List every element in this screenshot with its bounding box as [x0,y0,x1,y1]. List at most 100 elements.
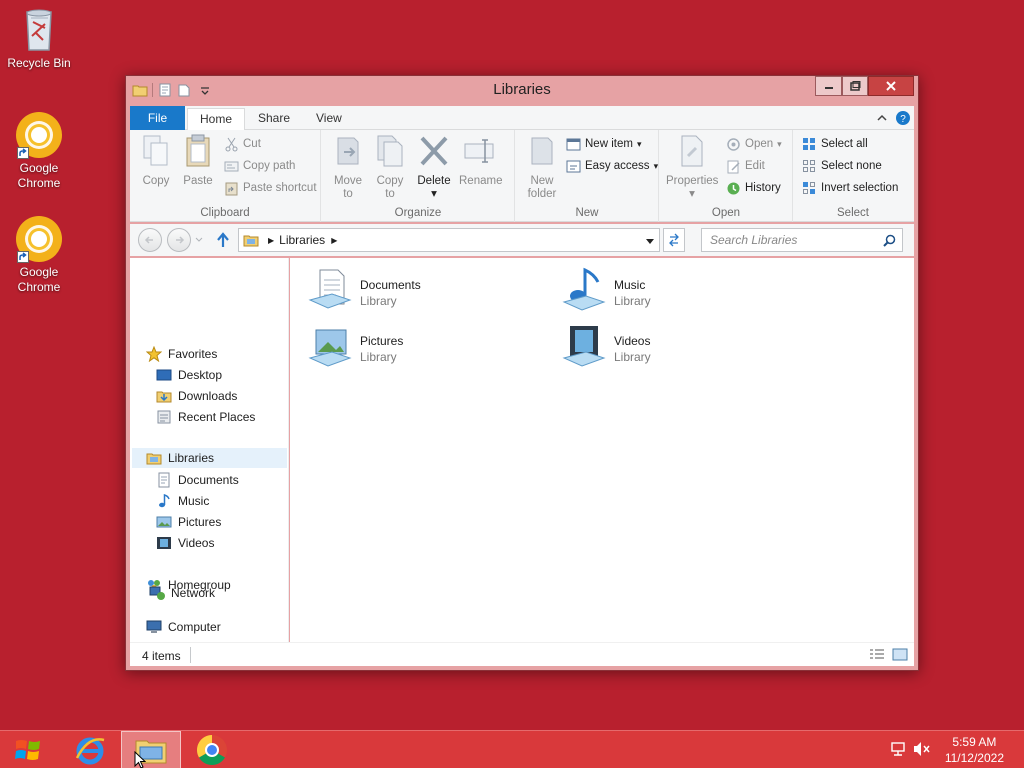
downloads-folder-icon [156,391,172,403]
help-icon[interactable]: ? [895,110,911,126]
shortcut-arrow-icon [17,147,29,159]
desktop-icon-recycle-bin[interactable]: Recycle Bin [1,6,77,71]
select-all-button[interactable]: Select all [802,134,868,154]
nav-computer[interactable]: Computer [146,617,221,637]
paste-shortcut-button[interactable]: Paste shortcut [224,178,317,198]
address-dropdown-icon[interactable] [645,236,655,246]
internet-explorer-icon [75,737,105,765]
search-input[interactable]: Search Libraries [701,228,903,252]
tab-file[interactable]: File [130,106,185,130]
edit-button[interactable]: Edit [726,156,765,176]
videos-library-icon [562,326,606,367]
library-item-pictures[interactable]: Pictures Library [306,318,546,372]
ribbon-group-new: New folder New item ▾ Easy access ▾ New [516,130,659,222]
large-icons-view-icon[interactable] [892,647,908,663]
history-button[interactable]: History [726,178,781,198]
taskbar-google-chrome[interactable] [182,731,242,768]
minimize-icon [824,87,833,89]
windows-logo-icon [15,740,40,760]
forward-button[interactable] [167,228,191,252]
library-item-documents[interactable]: Documents Library [306,262,546,316]
nav-network[interactable]: Network [149,583,215,603]
easy-access-button[interactable]: Easy access ▾ [566,156,658,176]
library-type: Library [614,294,651,308]
ribbon-group-open: Properties ▾ Open ▾ Edit History Open [660,130,793,222]
nav-recent-places[interactable]: Recent Places [156,407,255,427]
status-bar: 4 items [130,642,914,666]
open-button[interactable]: Open ▾ [726,134,782,154]
desktop-icon-google-chrome-2[interactable]: Google Chrome [1,215,77,295]
tab-view[interactable]: View [304,108,354,130]
copy-path-button[interactable]: Copy path [224,156,295,176]
copy-to-label: Copy [376,175,404,187]
new-folder-button[interactable]: New folder [522,134,562,201]
close-button[interactable] [868,76,914,96]
nav-videos[interactable]: Videos [156,533,214,553]
nav-favorites[interactable]: Favorites [146,344,217,364]
close-icon [886,81,896,91]
nav-pictures[interactable]: Pictures [156,512,221,532]
volume-muted-icon[interactable] [913,741,931,757]
start-button[interactable] [0,731,56,768]
properties-button[interactable]: Properties ▾ [666,134,718,201]
clock-time: 5:59 AM [952,735,997,749]
system-clock[interactable]: 5:59 AM 11/12/2022 [945,734,1004,766]
network-status-icon[interactable] [890,741,906,757]
maximize-button[interactable] [842,76,868,96]
library-item-videos[interactable]: Videos Library [560,318,800,372]
taskbar-file-explorer[interactable] [121,731,181,768]
nav-desktop[interactable]: Desktop [156,365,222,385]
title-bar[interactable]: Libraries [126,76,918,106]
new-item-icon [566,138,581,150]
scissors-icon [225,137,238,151]
organize-group-label: Organize [394,207,442,219]
item-count: 4 items [142,649,181,663]
videos-icon [157,537,171,549]
desktop-icon-google-chrome[interactable]: Google Chrome [1,111,77,191]
copy-to-button[interactable]: Copy to [370,134,410,201]
breadcrumb-separator-icon[interactable]: ▶ [331,236,337,245]
breadcrumb-libraries[interactable]: Libraries [279,233,325,247]
details-view-icon[interactable] [869,648,885,662]
tab-home[interactable]: Home [187,108,246,132]
back-button[interactable] [138,228,162,252]
clock-date: 11/12/2022 [944,751,1004,765]
edit-label: Edit [745,160,765,172]
invert-selection-button[interactable]: Invert selection [802,178,898,198]
invert-selection-icon [803,181,815,194]
new-item-button[interactable]: New item ▾ [566,134,641,154]
taskbar: 5:59 AM 11/12/2022 [0,730,1024,768]
copy-button[interactable]: Copy [136,134,176,188]
taskbar-internet-explorer[interactable] [60,731,120,768]
collapse-ribbon-icon[interactable] [875,111,889,125]
refresh-icon [669,233,679,247]
tab-share[interactable]: Share [246,108,302,130]
select-none-button[interactable]: Select none [802,156,882,176]
nav-documents[interactable]: Documents [156,470,239,490]
library-item-music[interactable]: Music Library [560,262,800,316]
address-bar-row: ▶ Libraries ▶ Search Libraries [130,224,914,256]
recent-locations-chevron-icon[interactable] [194,235,204,245]
minimize-button[interactable] [815,76,842,96]
refresh-button[interactable] [663,228,685,252]
address-bar[interactable]: ▶ Libraries ▶ [238,228,660,252]
copy-icon [143,135,168,166]
nav-label: Desktop [178,368,223,382]
nav-music[interactable]: Music [156,491,209,511]
delete-button[interactable]: Delete ▾ [414,134,454,201]
rename-button[interactable]: Rename [459,134,502,188]
ribbon-group-select: Select all Select none Invert selection … [794,130,912,222]
nav-libraries[interactable]: Libraries [132,448,287,468]
pictures-library-icon [308,329,352,367]
paste-button[interactable]: Paste [178,134,218,188]
select-none-icon [803,159,815,172]
library-name: Music [614,278,646,292]
cut-button[interactable]: Cut [224,134,261,154]
chrome-icon [15,111,63,159]
nav-downloads[interactable]: Downloads [156,386,237,406]
up-arrow-icon[interactable] [214,231,232,249]
breadcrumb-separator-icon[interactable]: ▶ [268,236,274,245]
move-to-button[interactable]: Move to [328,134,368,201]
open-dropdown-arrow-icon: ▾ [777,138,782,149]
recycle-bin-icon [15,6,63,54]
